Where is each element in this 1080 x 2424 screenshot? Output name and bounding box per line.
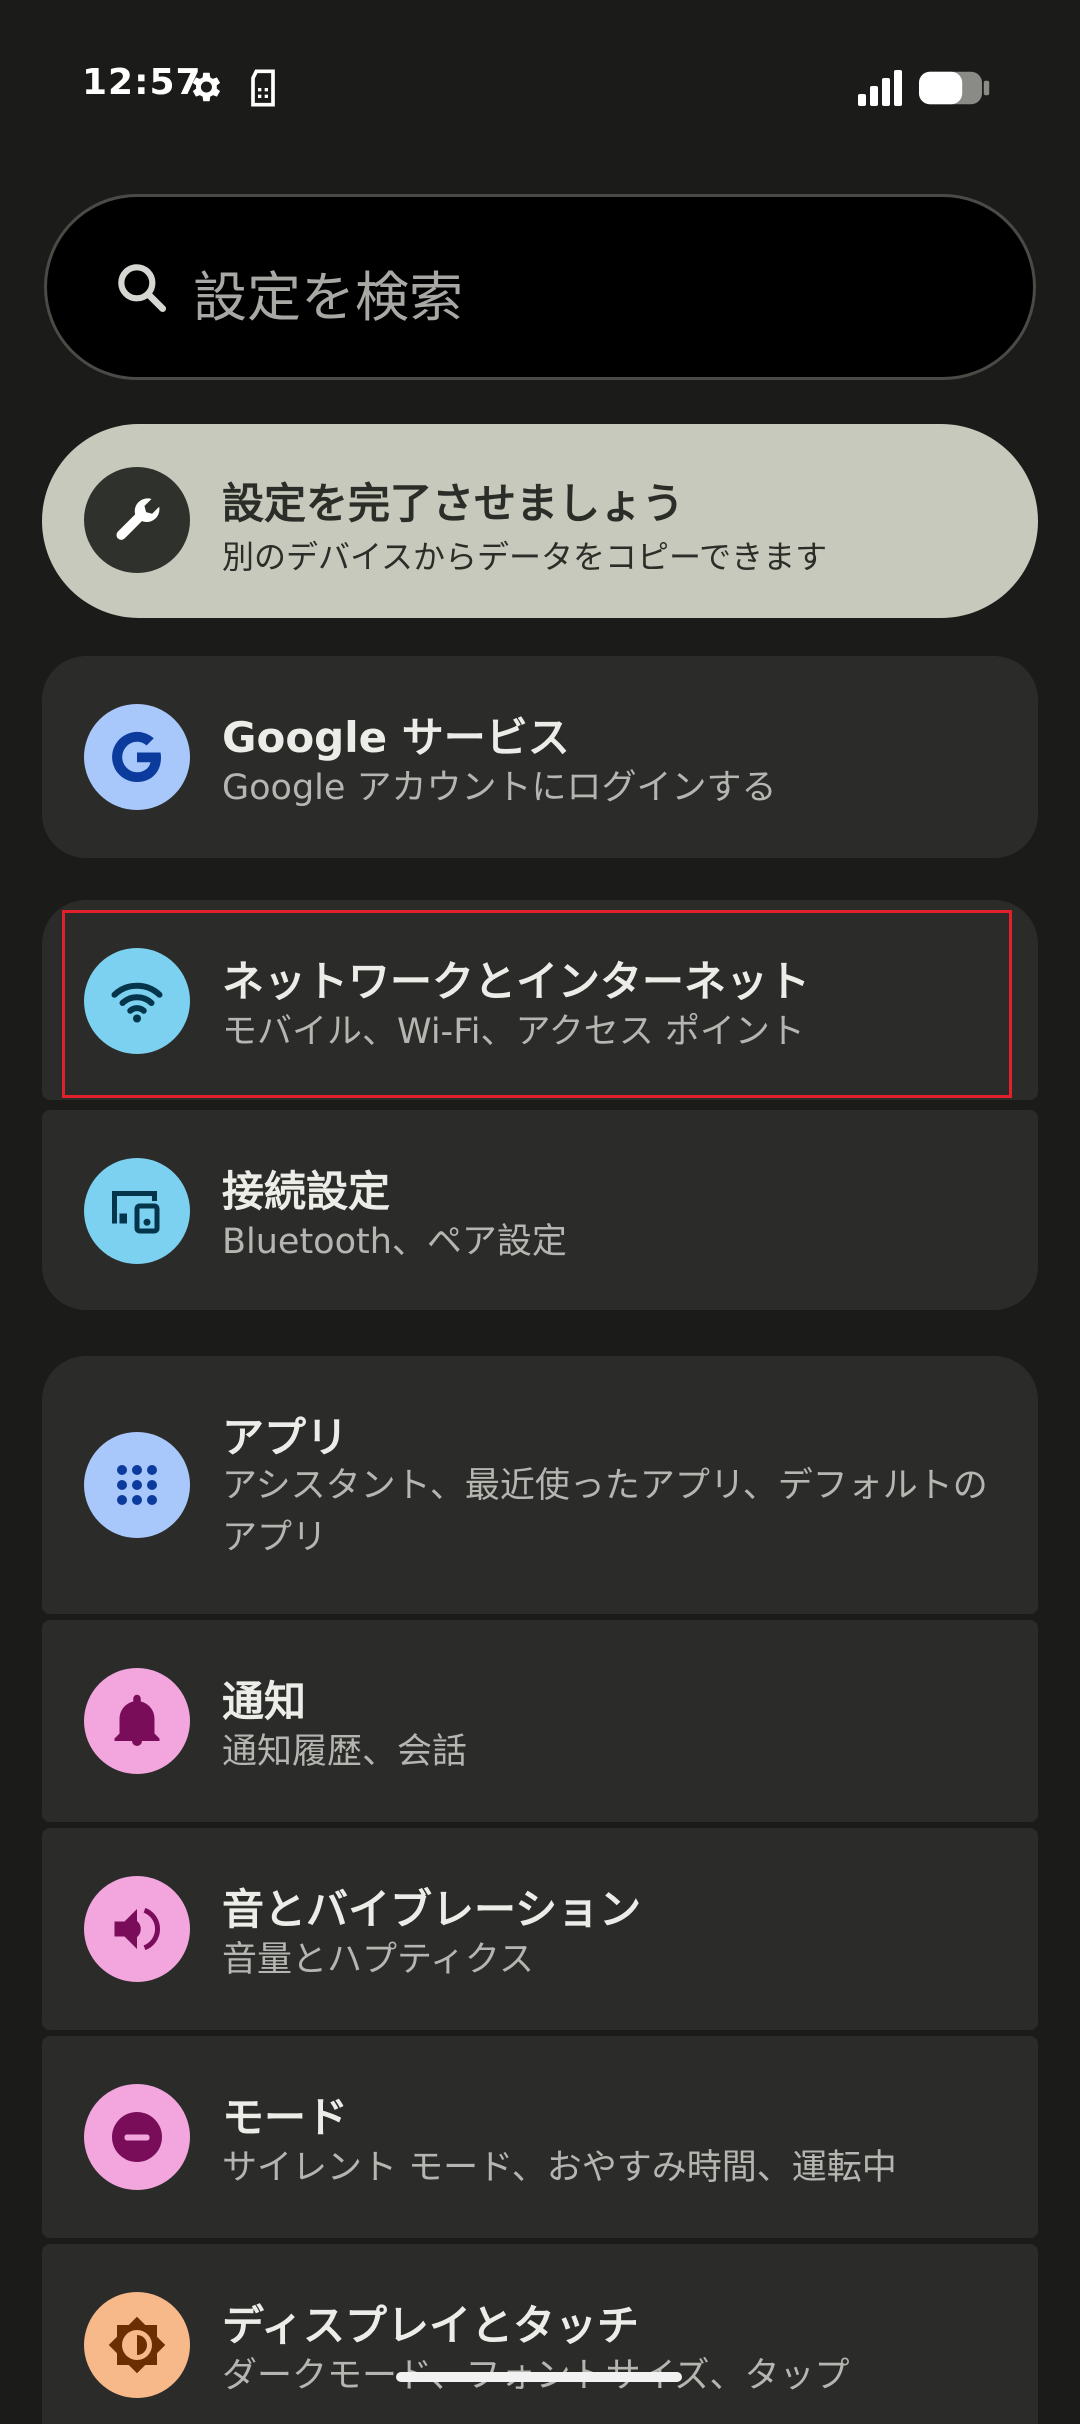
item-title: アプリ (222, 1413, 349, 1462)
settings-item-display[interactable]: ディスプレイとタッチ ダークモード、フォントサイズ、タップ (42, 2244, 1038, 2424)
item-title: 音とバイブレーション (222, 1885, 642, 1934)
settings-item-apps[interactable]: アプリ アシスタント、最近使ったアプリ、デフォルトのアプリ (42, 1356, 1038, 1614)
settings-item-notifications[interactable]: 通知 通知履歴、会話 (42, 1620, 1038, 1822)
settings-item-connected-devices[interactable]: 接続設定 Bluetooth、ペア設定 (42, 1110, 1038, 1310)
setup-banner[interactable]: 設定を完了させましょう 別のデバイスからデータをコピーできます (42, 424, 1038, 618)
speaker-icon (84, 1876, 190, 1982)
gesture-nav-handle[interactable] (396, 2372, 682, 2382)
search-bar[interactable]: 設定を検索 (44, 194, 1036, 380)
wrench-icon (84, 467, 190, 573)
item-title: ディスプレイとタッチ (222, 2301, 640, 2350)
google-icon (84, 704, 190, 810)
item-title: 通知 (222, 1677, 307, 1726)
setup-subtitle: 別のデバイスからデータをコピーできます (222, 538, 828, 576)
settings-item-modes[interactable]: モード サイレント モード、おやすみ時間、運転中 (42, 2036, 1038, 2238)
apps-grid-icon (84, 1432, 190, 1538)
bell-icon (84, 1668, 190, 1774)
setup-title: 設定を完了させましょう (222, 479, 685, 528)
gear-icon (192, 72, 221, 102)
item-title: 接続設定 (222, 1167, 391, 1216)
search-placeholder: 設定を検索 (193, 266, 463, 329)
brightness-icon (84, 2292, 190, 2398)
item-subtitle: アシスタント、最近使ったアプリ、デフォルトのアプリ (222, 1466, 988, 1558)
status-bar: 12:57 (0, 0, 1080, 170)
item-title: モード (222, 2093, 349, 2142)
item-subtitle: Bluetooth、ペア設定 (222, 1222, 567, 1262)
sim-icon (251, 69, 275, 107)
settings-group-apps: アプリ アシスタント、最近使ったアプリ、デフォルトのアプリ 通知 通知履歴、会話… (42, 1356, 1038, 2424)
item-subtitle: サイレント モード、おやすみ時間、運転中 (222, 2148, 897, 2188)
item-title: Google サービス (222, 713, 570, 762)
selection-highlight (62, 910, 1012, 1098)
battery-icon (919, 71, 990, 105)
settings-item-sound[interactable]: 音とバイブレーション 音量とハプティクス (42, 1828, 1038, 2030)
dnd-icon (84, 2084, 190, 2190)
devices-icon (84, 1158, 190, 1264)
settings-item-google-services[interactable]: Google サービス Google アカウントにログインする (42, 656, 1038, 858)
item-subtitle: Google アカウントにログインする (222, 768, 777, 808)
signal-icon (858, 70, 902, 106)
item-subtitle: 通知履歴、会話 (222, 1732, 468, 1772)
settings-group-google: Google サービス Google アカウントにログインする (42, 656, 1038, 858)
status-time: 12:57 (82, 62, 202, 103)
search-icon (118, 264, 167, 313)
item-subtitle: 音量とハプティクス (222, 1940, 534, 1980)
